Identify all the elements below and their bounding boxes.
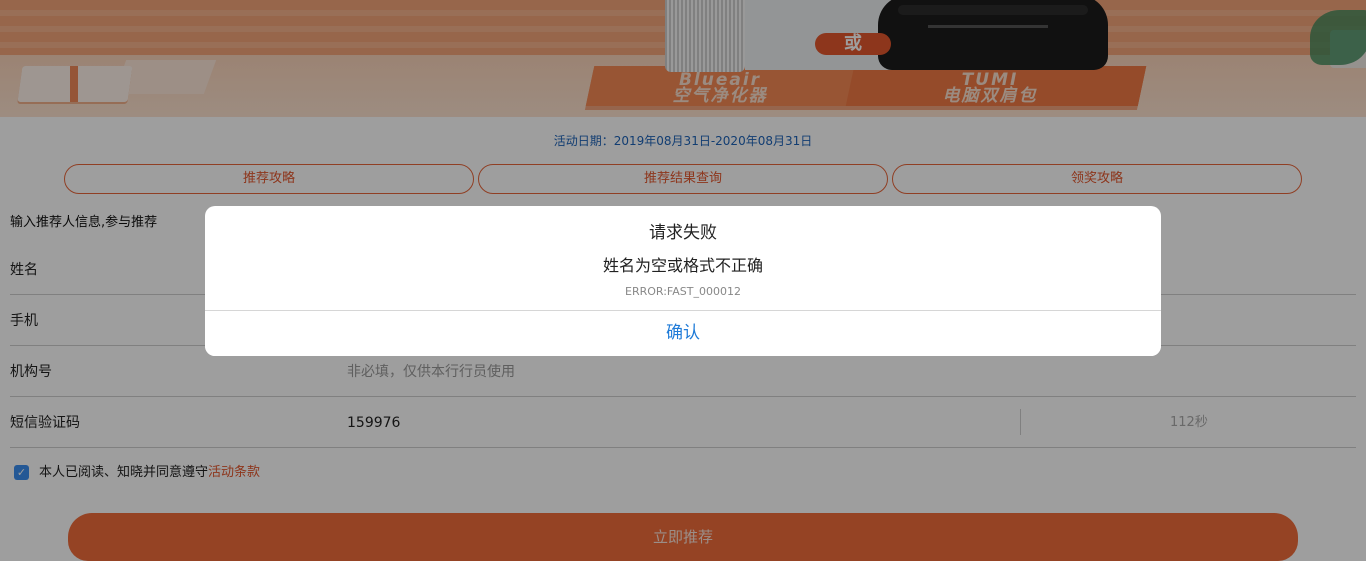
dialog-message: 姓名为空或格式不正确 [602,256,763,275]
dialog-title: 请求失败 [649,223,717,243]
dialog-confirm-button[interactable]: 确认 [205,311,1161,356]
dialog-error-code: ERROR:FAST_000012 [625,285,741,298]
error-dialog: 请求失败 姓名为空或格式不正确 ERROR:FAST_000012 确认 [205,206,1161,356]
